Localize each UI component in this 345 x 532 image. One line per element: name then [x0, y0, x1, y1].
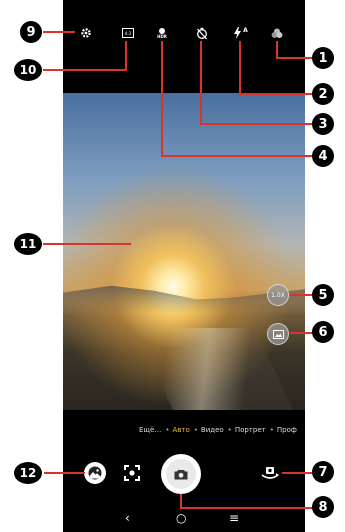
callout-8: 8: [312, 496, 334, 518]
callout-line-2: [239, 41, 241, 95]
callout-line-11: [43, 243, 131, 245]
gallery-thumbnail-icon[interactable]: [84, 462, 106, 484]
callout-line-4: [161, 155, 313, 157]
callout-4: 4: [312, 145, 334, 167]
zoom-button[interactable]: 1.0X: [267, 284, 289, 306]
flash-auto-label: A: [243, 26, 248, 34]
callout-11: 11: [14, 233, 42, 255]
flash-auto-icon[interactable]: A: [231, 24, 251, 42]
mode-dot: •: [193, 426, 198, 434]
callout-5: 5: [312, 284, 334, 306]
timer-off-icon[interactable]: [192, 24, 212, 42]
callout-line-8: [180, 507, 313, 509]
nav-home-button[interactable]: ○: [176, 511, 186, 525]
mode-auto[interactable]: Авто: [172, 426, 189, 434]
aspect-ratio-icon[interactable]: 4:3: [118, 24, 138, 42]
callout-1: 1: [312, 47, 334, 69]
callout-line-10: [125, 41, 127, 70]
switch-camera-icon[interactable]: [259, 462, 281, 484]
callout-line-12: [44, 472, 85, 474]
callout-line-7: [282, 472, 313, 474]
hdr-icon[interactable]: HDR: [152, 24, 172, 42]
callout-3: 3: [312, 113, 334, 135]
shutter-button[interactable]: [161, 454, 201, 494]
callout-9: 9: [20, 21, 42, 43]
callout-line-5: [290, 294, 314, 296]
callout-7: 7: [312, 461, 334, 483]
callout-line-9: [43, 31, 75, 33]
google-lens-icon[interactable]: [123, 464, 141, 482]
mode-dot: •: [269, 426, 274, 434]
callout-line-10: [43, 69, 127, 71]
nav-back-button[interactable]: ‹: [125, 511, 130, 525]
callout-line-6: [290, 332, 314, 334]
nav-recents-button[interactable]: ≡: [229, 511, 239, 525]
callout-line-8: [180, 494, 182, 508]
callout-6: 6: [312, 321, 334, 343]
scene-detect-icon[interactable]: [267, 323, 289, 345]
filters-icon[interactable]: [267, 24, 287, 42]
mode-portrait[interactable]: Портрет: [235, 426, 266, 434]
camera-shutter-icon: [166, 459, 196, 489]
mode-dot: •: [227, 426, 232, 434]
callout-line-2: [239, 93, 314, 95]
callout-line-3: [200, 41, 202, 125]
settings-gear-icon[interactable]: [76, 24, 96, 42]
hdr-label: HDR: [157, 33, 167, 39]
viewfinder-preview[interactable]: [63, 93, 305, 410]
callout-12: 12: [14, 462, 42, 484]
zoom-label: 1.0X: [271, 291, 285, 299]
mode-pro[interactable]: Проф: [277, 426, 297, 434]
callout-line-1: [276, 41, 278, 58]
callout-line-1: [276, 57, 313, 59]
mode-more[interactable]: Ещё…: [139, 426, 161, 434]
mode-dot: •: [165, 426, 170, 434]
callout-2: 2: [312, 83, 334, 105]
camera-screen: 4:3 HDR A 1.0X Ещё… • Авто • Видео • Портрет • П…: [63, 0, 305, 532]
mode-selector: Ещё… • Авто • Видео • Портрет • Проф: [139, 426, 298, 434]
aspect-ratio-label: 4:3: [122, 28, 134, 38]
mode-video[interactable]: Видео: [201, 426, 224, 434]
callout-line-3: [200, 123, 314, 125]
callout-line-4: [161, 41, 163, 157]
callout-10: 10: [14, 59, 42, 81]
